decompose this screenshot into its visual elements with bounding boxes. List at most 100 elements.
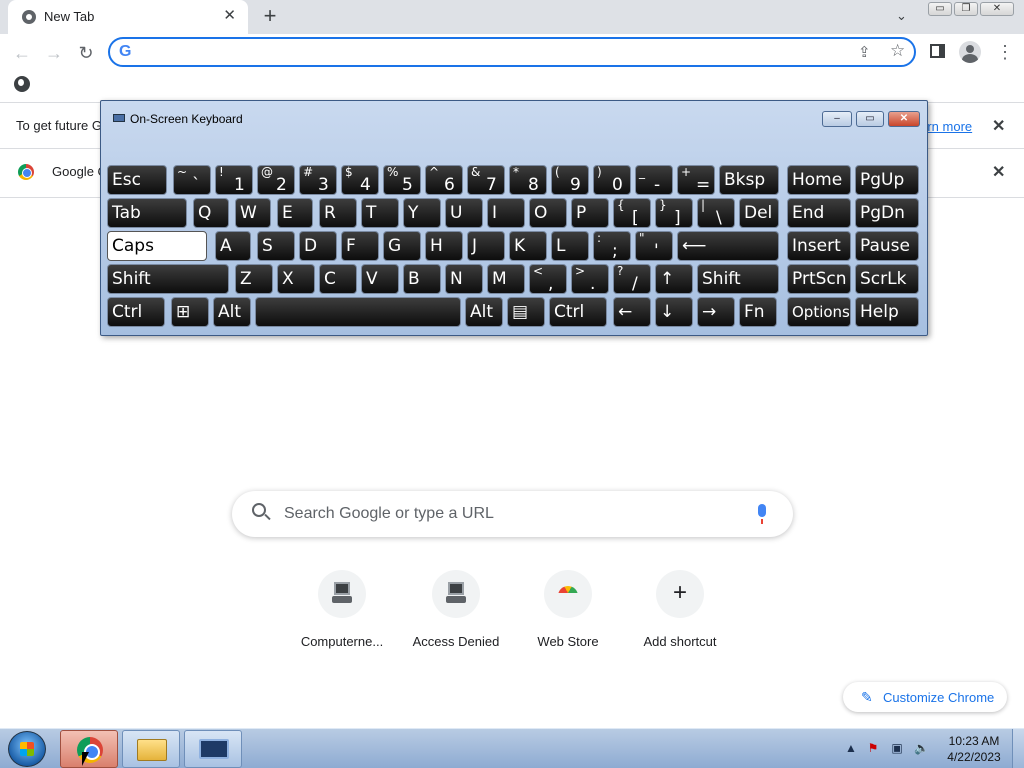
key-insert[interactable]: Insert	[787, 231, 851, 261]
key-8[interactable]: * 8	[509, 165, 547, 195]
key-0[interactable]: ) 0	[593, 165, 631, 195]
key-pgdn[interactable]: PgDn	[855, 198, 919, 228]
key-9[interactable]: (9	[551, 165, 589, 195]
key-3[interactable]: #3	[299, 165, 337, 195]
key-prtscn[interactable]: PrtScn	[787, 264, 851, 294]
tab-new-tab[interactable]: New Tab ✕	[8, 0, 248, 34]
google-search-box[interactable]: Search Google or type a URL	[232, 491, 793, 537]
shortcut-tile[interactable]: Web Store	[512, 568, 624, 658]
key-symbol[interactable]: }]	[655, 198, 693, 228]
key-home[interactable]: Home	[787, 165, 851, 195]
key-tab[interactable]: Tab	[107, 198, 187, 228]
taskbar-osk-button[interactable]	[184, 730, 242, 768]
key-space[interactable]	[255, 297, 461, 327]
key-2[interactable]: @2	[257, 165, 295, 195]
key-7[interactable]: & 7	[467, 165, 505, 195]
key-o[interactable]: O	[529, 198, 567, 228]
key-p[interactable]: P	[571, 198, 609, 228]
key-symbol[interactable]: <,	[529, 264, 567, 294]
key-symbol[interactable]: _ -	[635, 165, 673, 195]
taskbar-chrome-button[interactable]	[60, 730, 118, 768]
network-icon[interactable]: ▣	[890, 741, 904, 755]
key-symbol[interactable]: + =	[677, 165, 715, 195]
key-alt[interactable]: Alt	[465, 297, 503, 327]
key-symbol[interactable]: " '	[635, 231, 673, 261]
key-symbol[interactable]: ↓	[655, 297, 693, 327]
key-scrlk[interactable]: ScrLk	[855, 264, 919, 294]
key-u[interactable]: U	[445, 198, 483, 228]
key-j[interactable]: J	[467, 231, 505, 261]
key-a[interactable]: A	[215, 231, 251, 261]
key-t[interactable]: T	[361, 198, 399, 228]
key-end[interactable]: End	[787, 198, 851, 228]
key-g[interactable]: G	[383, 231, 421, 261]
key-n[interactable]: N	[445, 264, 483, 294]
profile-avatar-icon[interactable]	[959, 41, 981, 63]
key-s[interactable]: S	[257, 231, 295, 261]
key-symbol[interactable]: ~ `	[173, 165, 211, 195]
key-h[interactable]: H	[425, 231, 463, 261]
key-esc[interactable]: Esc	[107, 165, 167, 195]
share-icon[interactable]: ⇪	[858, 43, 871, 61]
key-symbol[interactable]: | \	[697, 198, 735, 228]
key-symbol[interactable]: ↑	[655, 264, 693, 294]
customize-chrome-button[interactable]: ✎ Customize Chrome	[843, 682, 1007, 712]
back-arrow-icon[interactable]: ←	[10, 41, 34, 65]
key-c[interactable]: C	[319, 264, 357, 294]
key-d[interactable]: D	[299, 231, 337, 261]
address-input[interactable]	[144, 43, 844, 61]
omnibox[interactable]: G ⇪ ☆	[108, 37, 916, 67]
key-symbol[interactable]: →	[697, 297, 735, 327]
shortcut-tile[interactable]: Computerne...	[286, 568, 398, 658]
key-l[interactable]: L	[551, 231, 589, 261]
shortcut-tile[interactable]: Access Denied	[400, 568, 512, 658]
key-caps[interactable]: Caps	[107, 231, 207, 261]
key-symbol[interactable]: ? /	[613, 264, 651, 294]
key-y[interactable]: Y	[403, 198, 441, 228]
key-bksp[interactable]: Bksp	[719, 165, 779, 195]
key-m[interactable]: M	[487, 264, 525, 294]
volume-icon[interactable]: 🔈	[914, 741, 929, 755]
action-center-icon[interactable]: ⚑	[866, 741, 880, 755]
globe-icon[interactable]	[14, 76, 30, 92]
key-v[interactable]: V	[361, 264, 399, 294]
key-symbol[interactable]: {[	[613, 198, 651, 228]
key-fn[interactable]: Fn	[739, 297, 777, 327]
key-symbol[interactable]: >.	[571, 264, 609, 294]
key-help[interactable]: Help	[855, 297, 919, 327]
key-k[interactable]: K	[509, 231, 547, 261]
menu-kebab-icon[interactable]: ⋮	[996, 40, 1014, 64]
key-w[interactable]: W	[235, 198, 271, 228]
reload-icon[interactable]: ↻	[74, 41, 98, 65]
key-options[interactable]: Options	[787, 297, 851, 327]
add-shortcut-tile[interactable]: + Add shortcut	[624, 568, 736, 658]
key-ctrl[interactable]: Ctrl	[107, 297, 165, 327]
key-f[interactable]: F	[341, 231, 379, 261]
bookmark-star-icon[interactable]: ☆	[890, 41, 905, 61]
key-b[interactable]: B	[403, 264, 441, 294]
side-panel-icon[interactable]	[930, 44, 945, 58]
key-i[interactable]: I	[487, 198, 525, 228]
forward-arrow-icon[interactable]: →	[42, 41, 66, 65]
key-pause[interactable]: Pause	[855, 231, 919, 261]
key-1[interactable]: ! 1	[215, 165, 253, 195]
key-5[interactable]: % 5	[383, 165, 421, 195]
key-shift[interactable]: Shift	[697, 264, 779, 294]
key-q[interactable]: Q	[193, 198, 229, 228]
key-e[interactable]: E	[277, 198, 313, 228]
key-del[interactable]: Del	[739, 198, 779, 228]
key-shift[interactable]: Shift	[107, 264, 229, 294]
infobar-close-icon[interactable]: ✕	[992, 116, 1005, 136]
show-desktop-button[interactable]	[1012, 729, 1024, 768]
osk-close-button[interactable]: ✕	[888, 111, 920, 127]
key-symbol[interactable]: :;	[593, 231, 631, 261]
start-button[interactable]	[8, 731, 46, 767]
key-symbol[interactable]: ←	[613, 297, 651, 327]
key-symbol[interactable]: ⊞	[171, 297, 209, 327]
new-tab-button[interactable]: +	[258, 4, 282, 28]
key-alt[interactable]: Alt	[213, 297, 251, 327]
key-r[interactable]: R	[319, 198, 357, 228]
key-6[interactable]: ^ 6	[425, 165, 463, 195]
window-minimize-button[interactable]: ▭	[928, 2, 952, 16]
key-ctrl[interactable]: Ctrl	[549, 297, 607, 327]
